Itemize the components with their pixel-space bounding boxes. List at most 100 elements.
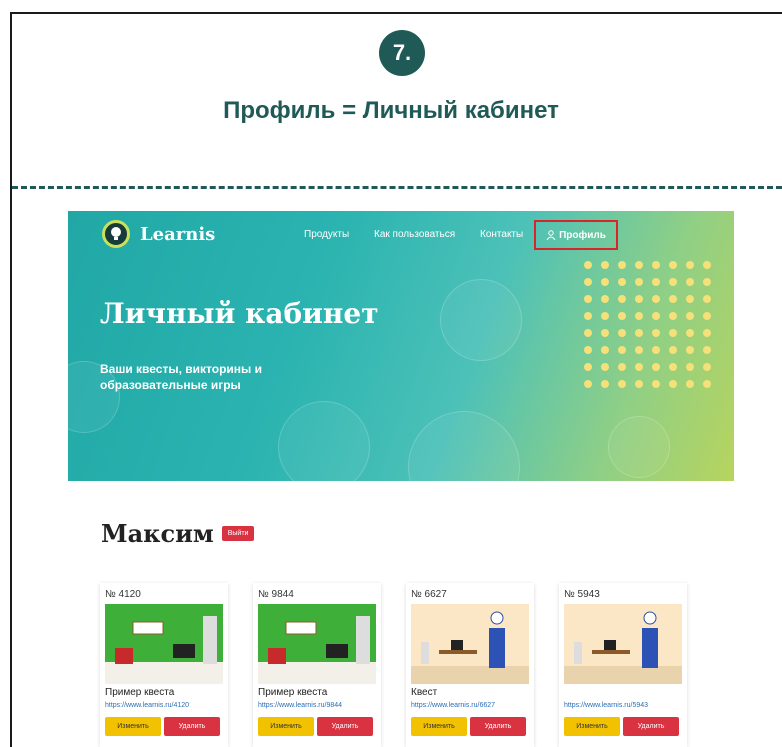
lightbulb-icon [102,220,130,248]
quest-card[interactable]: № 9844 Пример квеста https://www.learnis… [253,583,381,747]
decor-dot [669,295,677,303]
decor-dot [584,278,592,286]
decor-dot [635,363,643,371]
hero-title: Личный кабинет [100,297,379,330]
decor-dot [618,329,626,337]
delete-button[interactable]: Удалить [317,717,373,736]
decor-bubble [408,411,520,481]
decor-dot [669,329,677,337]
quest-card[interactable]: № 5943 https://www.learnis.ru/5943 Измен… [559,583,687,747]
decor-dot [703,363,711,371]
decor-dot [618,295,626,303]
decor-dot [669,380,677,388]
user-icon [546,230,556,240]
decor-dot [686,329,694,337]
card-thumbnail [564,604,682,684]
decor-dot [635,346,643,354]
decor-dot [601,261,609,269]
card-title: Квест [411,687,438,698]
nav-how-to-use[interactable]: Как пользоваться [374,229,455,240]
decor-bubble [278,401,370,481]
decor-dot [652,261,660,269]
step-title: Профиль = Личный кабинет [223,97,559,124]
card-link[interactable]: https://www.learnis.ru/9844 [258,702,342,709]
card-title: Пример квеста [258,687,328,698]
edit-button[interactable]: Изменить [258,717,314,736]
decor-dot [584,329,592,337]
decor-dot [669,312,677,320]
decor-dot [703,380,711,388]
decor-dot [686,295,694,303]
decor-dot [584,295,592,303]
decor-dot [686,346,694,354]
card-number: № 4120 [105,589,141,600]
dot-grid-decoration [584,261,724,401]
decor-dot [686,278,694,286]
decor-dot [601,329,609,337]
decor-dot [618,346,626,354]
decor-dot [652,363,660,371]
decor-dot [584,363,592,371]
delete-button[interactable]: Удалить [623,717,679,736]
decor-dot [618,278,626,286]
decor-dot [635,312,643,320]
decor-dot [635,278,643,286]
decor-dot [669,278,677,286]
decor-dot [686,261,694,269]
decor-dot [686,312,694,320]
logo-text: Learnis [140,223,216,245]
decor-dot [686,363,694,371]
decor-dot [703,346,711,354]
decor-dot [703,278,711,286]
decor-bubble [440,279,522,361]
decor-dot [584,261,592,269]
nav-profile-highlighted[interactable]: Профиль [534,220,618,250]
delete-button[interactable]: Удалить [470,717,526,736]
decor-bubble [608,416,670,478]
card-thumbnail [105,604,223,684]
edit-button[interactable]: Изменить [411,717,467,736]
logout-button[interactable]: Выйти [221,526,255,541]
decor-dot [601,312,609,320]
nav-profile-label: Профиль [559,229,606,241]
card-number: № 5943 [564,589,600,600]
decor-dot [669,261,677,269]
decor-dot [703,329,711,337]
hero-banner: Learnis Продукты Как пользоваться Контак… [68,211,734,481]
card-link[interactable]: https://www.learnis.ru/4120 [105,702,189,709]
decor-dot [652,295,660,303]
decor-dot [652,312,660,320]
nav-contacts[interactable]: Контакты [480,229,523,240]
card-number: № 9844 [258,589,294,600]
quest-card[interactable]: № 6627 Квест https://www.learnis.ru/6627… [406,583,534,747]
user-row: Максим Выйти [101,519,255,548]
decor-dot [703,261,711,269]
edit-button[interactable]: Изменить [105,717,161,736]
card-link[interactable]: https://www.learnis.ru/6627 [411,702,495,709]
decor-dot [635,261,643,269]
card-link[interactable]: https://www.learnis.ru/5943 [564,702,648,709]
decor-dot [618,312,626,320]
site-screenshot: Learnis Продукты Как пользоваться Контак… [68,211,734,747]
logo[interactable]: Learnis [102,220,215,248]
decor-dot [652,380,660,388]
decor-dot [703,295,711,303]
decor-dot [601,380,609,388]
decor-dot [618,261,626,269]
decor-dot [635,380,643,388]
card-number: № 6627 [411,589,447,600]
decor-dot [584,346,592,354]
decor-dot [635,329,643,337]
edit-button[interactable]: Изменить [564,717,620,736]
user-name: Максим [101,519,214,548]
delete-button[interactable]: Удалить [164,717,220,736]
card-thumbnail [258,604,376,684]
decor-dot [703,312,711,320]
decor-dot [652,329,660,337]
decor-dot [601,346,609,354]
nav-products[interactable]: Продукты [304,229,349,240]
hero-subtitle: Ваши квесты, викторины и образовательные… [100,362,262,392]
quest-card[interactable]: № 4120 Пример квеста https://www.learnis… [100,583,228,747]
decor-dot [601,295,609,303]
decor-dot [601,278,609,286]
